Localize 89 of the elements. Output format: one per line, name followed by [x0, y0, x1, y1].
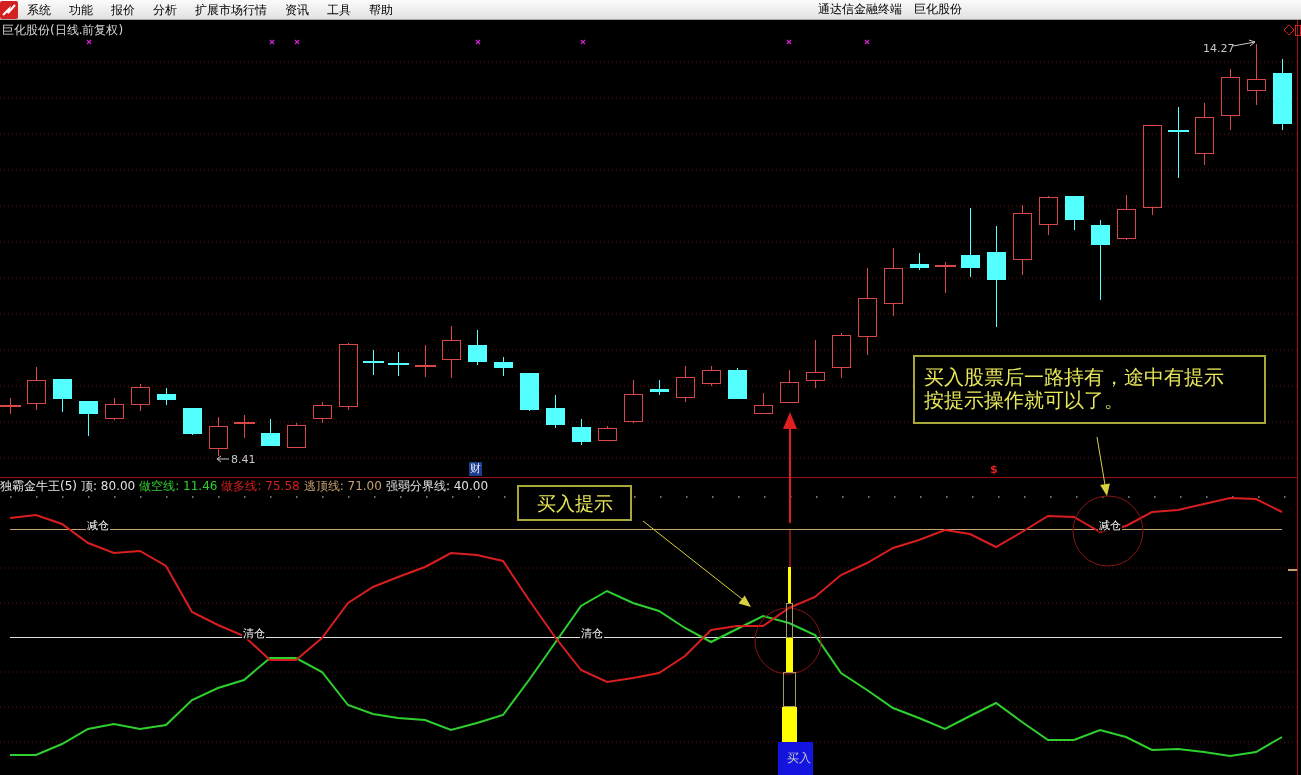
- menu-item[interactable]: 资讯: [285, 1, 309, 18]
- candlestick: [468, 329, 487, 366]
- legend-item: 顶: 80.00: [81, 479, 136, 494]
- menu-item[interactable]: 工具: [327, 1, 351, 18]
- candlestick: [494, 356, 513, 377]
- legend-item: 逃顶线: 71.00: [303, 479, 382, 494]
- candlestick: [233, 414, 256, 439]
- candlestick: [339, 342, 358, 411]
- cross-marker-icon: [580, 39, 586, 45]
- candlestick: [754, 392, 773, 414]
- candlestick: [961, 207, 980, 278]
- low-price-label: 8.41: [231, 453, 256, 466]
- menu-item[interactable]: 分析: [153, 1, 177, 18]
- legend-item: 强弱分界线: 40.00: [385, 479, 489, 494]
- candlestick: [1065, 195, 1084, 231]
- menu-item[interactable]: 功能: [69, 1, 93, 18]
- candlestick: [105, 397, 124, 421]
- candlestick: [702, 365, 721, 387]
- menu-item[interactable]: 帮助: [369, 1, 393, 18]
- window-stock-name: 巨化股份: [914, 1, 962, 18]
- cross-marker-icon: [475, 39, 481, 45]
- legend-item: 做多线: 75.58: [221, 479, 300, 494]
- candlestick: [546, 394, 565, 429]
- diamond-icon[interactable]: [1283, 24, 1295, 36]
- cross-marker-icon: [786, 39, 792, 45]
- candlestick: [1013, 204, 1032, 276]
- candlestick: [414, 344, 437, 378]
- menu-item[interactable]: 报价: [111, 1, 135, 18]
- candlestick: [884, 247, 903, 317]
- candlestick: [728, 367, 747, 400]
- candlestick: [0, 397, 22, 415]
- candlestick: [1247, 43, 1266, 106]
- menu-item[interactable]: 系统: [27, 1, 51, 18]
- candlestick: [780, 369, 799, 403]
- callout-text: 买入股票后一路持有，途中有提示: [924, 366, 1224, 389]
- candlestick: [676, 365, 695, 403]
- app-logo-icon[interactable]: [0, 0, 18, 19]
- zone-label: 清仓: [242, 626, 266, 640]
- panel-layout-icon[interactable]: [1295, 25, 1301, 36]
- cross-marker-icon: [294, 39, 300, 45]
- candlestick: [362, 349, 385, 376]
- candlestick: [598, 425, 617, 442]
- highlight-circle: [1072, 495, 1144, 567]
- left-arrow-icon: [216, 455, 230, 463]
- zone-label: 清仓: [580, 626, 604, 640]
- candlestick: [624, 379, 643, 424]
- candlestick: [157, 387, 176, 406]
- high-price-label: 14.27: [1203, 42, 1235, 55]
- buy-signal-label: 买入: [778, 742, 813, 775]
- candlestick: [934, 261, 957, 294]
- candlestick: [287, 422, 306, 449]
- candlestick: [650, 379, 669, 396]
- candlestick: [1039, 195, 1058, 236]
- candlestick: [79, 400, 98, 437]
- pointer-arrow-icon: [1232, 39, 1256, 47]
- candlestick: [1195, 102, 1214, 166]
- legend-item: 做空线: 11.46: [139, 479, 218, 494]
- candlestick: [261, 418, 280, 447]
- candlestick: [1221, 68, 1240, 131]
- cross-marker-icon: [86, 39, 92, 45]
- candlestick: [53, 378, 72, 413]
- event-marker[interactable]: 财: [469, 462, 482, 476]
- zone-label: 减仓: [86, 518, 110, 532]
- candlestick: [910, 252, 929, 271]
- chart-title: 巨化股份(日线.前复权): [2, 23, 124, 38]
- candlestick: [520, 372, 539, 412]
- app-title: 通达信金融终端: [818, 1, 902, 18]
- menu-item[interactable]: 扩展市场行情: [195, 1, 267, 18]
- candlestick: [131, 383, 150, 412]
- candlestick: [806, 339, 825, 389]
- indicator-name: 独霸金牛王(5): [0, 479, 77, 494]
- highlight-circle: [754, 607, 822, 675]
- candlestick: [1117, 194, 1136, 241]
- pointer-arrow: [1096, 436, 1110, 496]
- zone-label: 减仓: [1098, 518, 1122, 532]
- candlestick: [183, 407, 202, 436]
- candlestick: [832, 332, 851, 379]
- cross-marker-icon: [269, 39, 275, 45]
- candlestick: [313, 401, 332, 424]
- callout-text: 买入提示: [536, 491, 613, 516]
- candlestick: [27, 366, 46, 411]
- candlestick: [387, 351, 410, 377]
- callout-text: 按提示操作就可以了。: [924, 389, 1124, 412]
- candlestick: [209, 416, 228, 457]
- cross-marker-icon: [864, 39, 870, 45]
- scroll-position-marker: [1288, 569, 1297, 571]
- event-marker[interactable]: $: [990, 463, 998, 477]
- candlestick: [442, 325, 461, 379]
- candlestick: [572, 418, 591, 446]
